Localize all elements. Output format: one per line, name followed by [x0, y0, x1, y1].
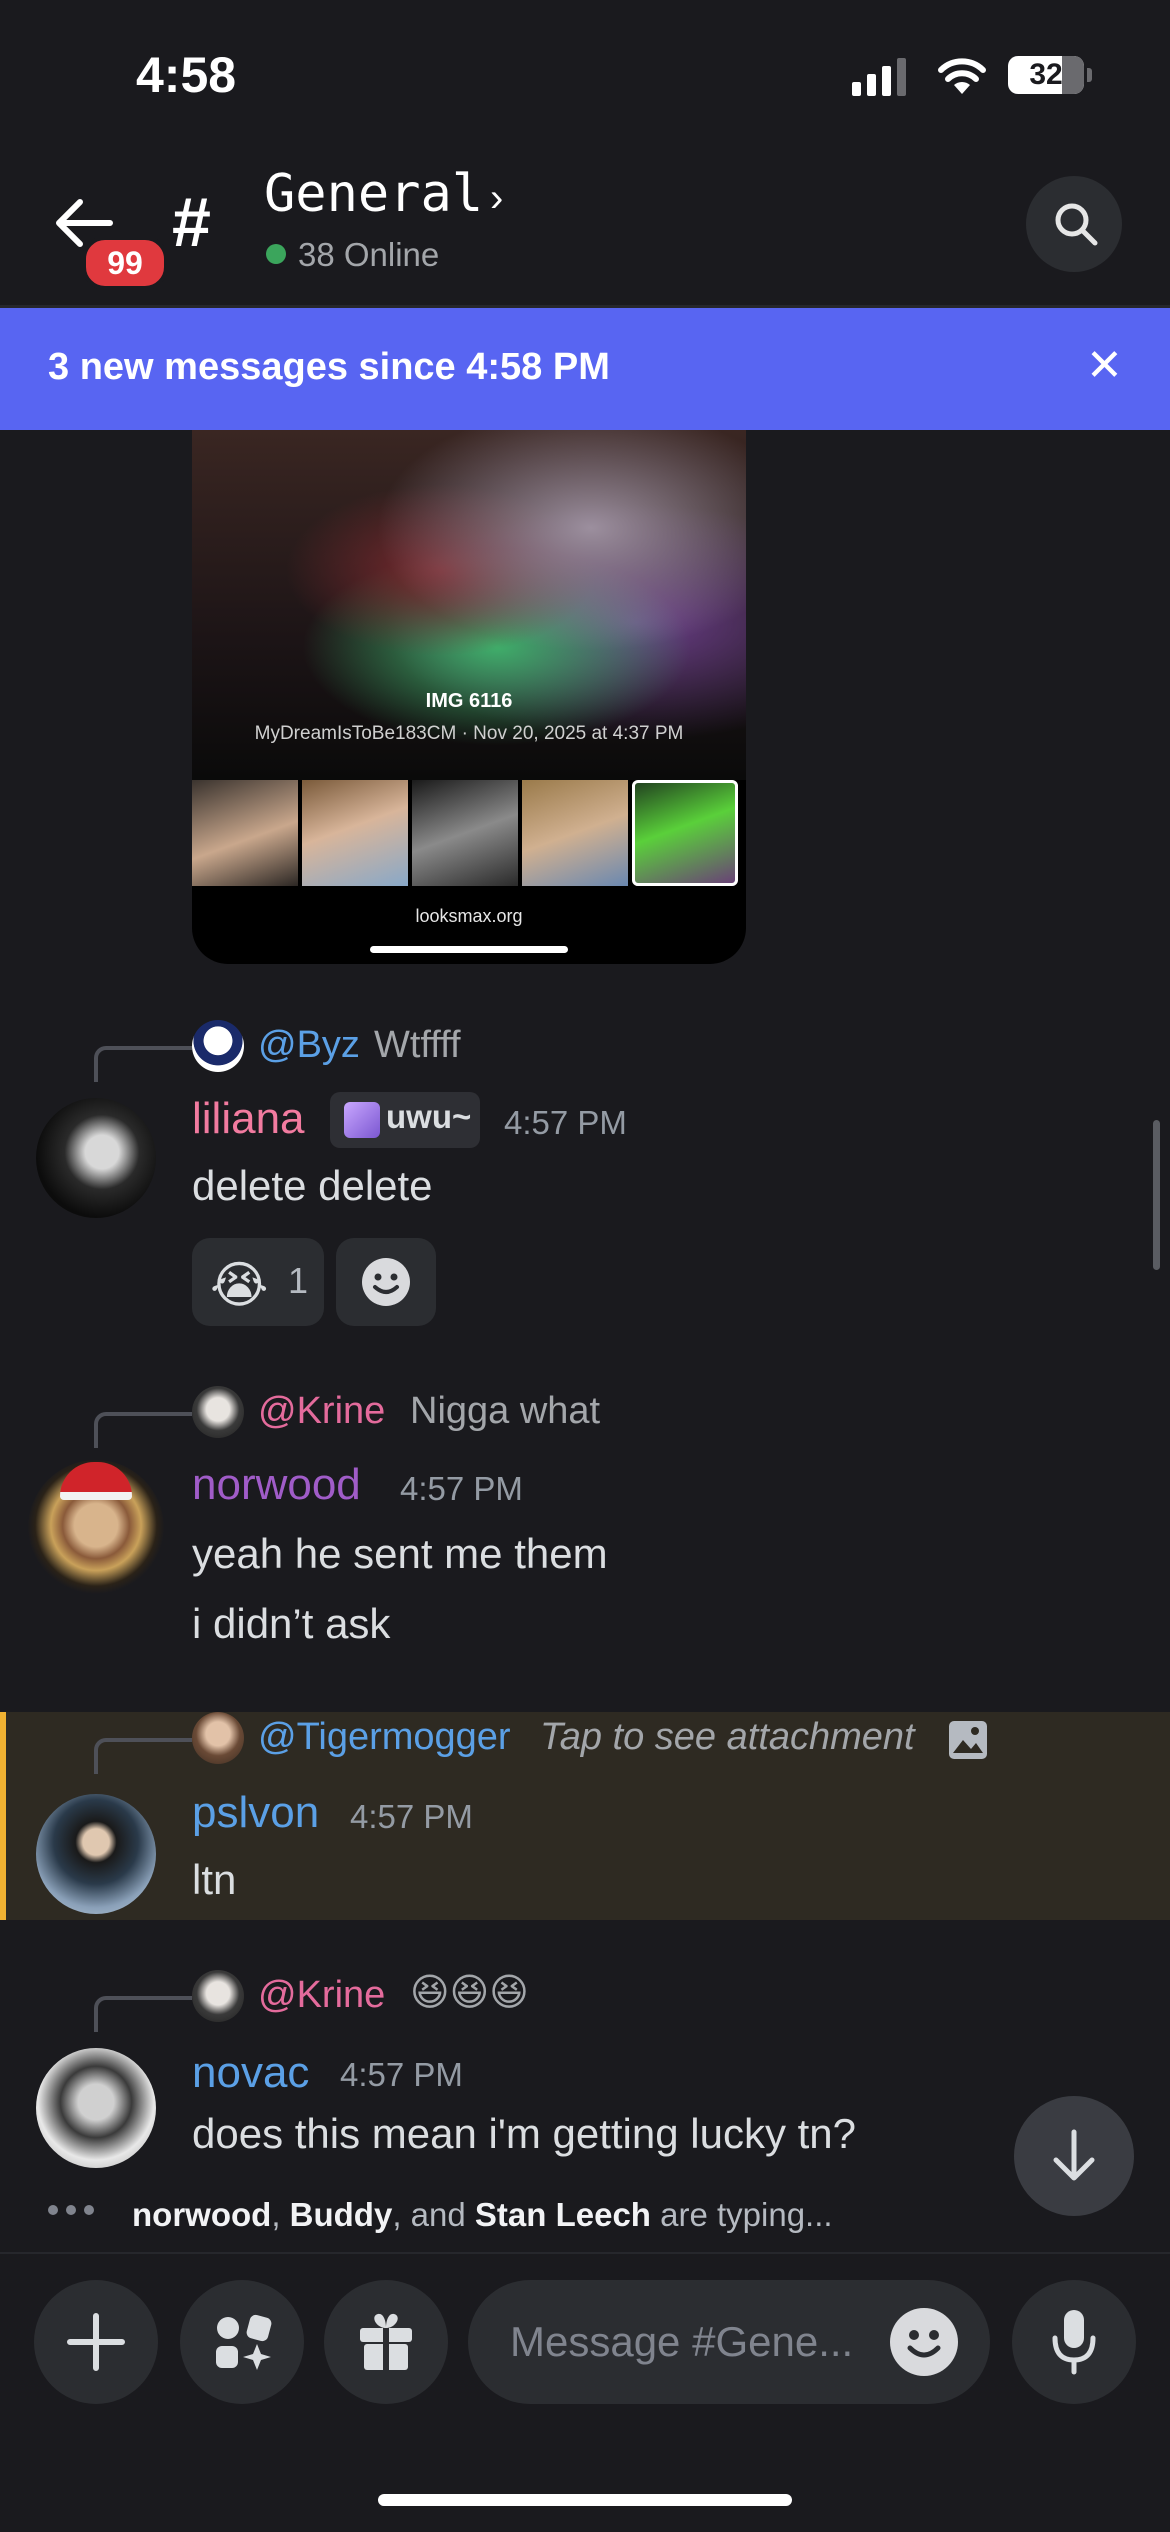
- embed-home-bar: [370, 946, 568, 953]
- cellular-signal-icon: [852, 58, 906, 96]
- online-status-dot: [266, 244, 286, 264]
- jump-to-bottom-button[interactable]: [1014, 2096, 1134, 2216]
- message-text: i didn’t ask: [192, 1600, 391, 1647]
- reply-mention[interactable]: @Krine: [258, 1974, 385, 2017]
- timestamp: 4:57 PM: [400, 1470, 523, 1507]
- unread-count-badge: 99: [82, 236, 168, 290]
- gift-icon: [360, 2313, 412, 2370]
- timestamp: 4:57 PM: [340, 2056, 463, 2093]
- thumbnail: [412, 780, 518, 886]
- reply-preview[interactable]: 😆😆😆: [410, 1970, 529, 2015]
- gift-button[interactable]: [324, 2280, 448, 2404]
- typing-user: Buddy: [289, 2196, 393, 2233]
- author-name[interactable]: norwood: [192, 1460, 361, 1510]
- reply-preview[interactable]: Tap to see attachment: [540, 1716, 915, 1759]
- avatar[interactable]: [36, 1794, 156, 1914]
- timestamp: 4:57 PM: [350, 1798, 473, 1835]
- thumbnail-selected: [632, 780, 738, 886]
- guild-tag-text: uwu~: [386, 1098, 472, 1135]
- reply-mention[interactable]: @Tigermogger: [258, 1716, 511, 1759]
- microphone-icon: [1052, 2310, 1096, 2375]
- reply-preview[interactable]: Nigga what: [410, 1390, 600, 1433]
- reply-avatar: [192, 1970, 244, 2022]
- apps-icon: [216, 2314, 272, 2370]
- reply-connector: [94, 1738, 192, 1774]
- typing-indicator: norwood, Buddy, and Stan Leech are typin…: [132, 2196, 833, 2234]
- thumbnail: [302, 780, 408, 886]
- scrollbar-thumb[interactable]: [1153, 1120, 1160, 1270]
- battery-level: 32: [1029, 58, 1063, 91]
- new-messages-text: 3 new messages since 4:58 PM: [48, 346, 610, 388]
- home-indicator: [378, 2494, 792, 2506]
- message-text: delete delete: [192, 1162, 433, 1209]
- typing-separator: , and: [392, 2196, 475, 2233]
- thumbnail-strip: [192, 780, 746, 888]
- search-button[interactable]: [1026, 176, 1122, 272]
- arrow-down-icon: [1053, 2129, 1095, 2181]
- reaction-count: 1: [288, 1260, 309, 1301]
- channel-hash-icon: #: [172, 183, 211, 261]
- add-reaction-button[interactable]: [336, 1238, 436, 1326]
- reply-mention[interactable]: @Krine: [258, 1390, 385, 1433]
- search-icon: [1055, 203, 1098, 246]
- message-input-placeholder[interactable]: Message #Gene...: [510, 2318, 853, 2366]
- embed-title: IMG 6116: [425, 690, 513, 712]
- author-name[interactable]: pslvon: [192, 1788, 319, 1838]
- typing-separator: ,: [271, 2196, 290, 2233]
- smiley-face: [907, 2330, 941, 2358]
- emoji-picker-icon[interactable]: [890, 2308, 958, 2376]
- reply-preview[interactable]: Wtffff: [374, 1024, 461, 1067]
- battery-icon: 32: [1008, 56, 1084, 94]
- leaf-icon: [344, 1102, 380, 1138]
- message-text: yeah he sent me them: [192, 1530, 608, 1577]
- message-text: ltn: [192, 1856, 237, 1903]
- chevron-right-icon[interactable]: ›: [490, 176, 503, 221]
- reply-connector: [94, 1412, 192, 1448]
- reply-connector: [94, 1996, 192, 2032]
- embed-meta: MyDreamIsToBe183CM · Nov 20, 2025 at 4:3…: [254, 723, 684, 744]
- channel-title[interactable]: General: [264, 164, 483, 224]
- reply-avatar: [192, 1386, 244, 1438]
- wifi-icon: [938, 58, 986, 94]
- add-attachment-button[interactable]: [34, 2280, 158, 2404]
- battery-tip: [1087, 68, 1092, 82]
- timestamp: 4:57 PM: [504, 1104, 627, 1141]
- reply-mention[interactable]: @Byz: [258, 1024, 360, 1067]
- avatar[interactable]: [36, 2048, 156, 2168]
- apps-button[interactable]: [180, 2280, 304, 2404]
- thumbnail: [192, 780, 298, 886]
- typing-user: norwood: [132, 2196, 272, 2233]
- mention-highlight-bar: [0, 1712, 6, 1920]
- message-text: does this mean i'm getting lucky tn?: [192, 2110, 857, 2157]
- reply-avatar: [192, 1712, 244, 1764]
- smiley-icon: [362, 1258, 410, 1306]
- composer-divider: [0, 2252, 1170, 2254]
- plus-icon: [67, 2313, 125, 2371]
- author-name[interactable]: novac: [192, 2048, 309, 2098]
- voice-message-button[interactable]: [1012, 2280, 1136, 2404]
- reply-connector: [94, 1046, 192, 1082]
- image-attachment-icon: [949, 1721, 987, 1759]
- typing-suffix: are typing...: [650, 2196, 833, 2233]
- reply-avatar: [192, 1020, 244, 1072]
- author-name[interactable]: liliana: [192, 1094, 305, 1144]
- avatar[interactable]: [36, 1098, 156, 1218]
- image-embed[interactable]: IMG 6116 MyDreamIsToBe183CM · Nov 20, 20…: [192, 430, 746, 964]
- online-count: 38 Online: [298, 236, 440, 273]
- close-icon[interactable]: ✕: [1086, 340, 1123, 391]
- status-time: 4:58: [136, 47, 237, 103]
- reaction-emoji: 😭: [210, 1257, 269, 1313]
- typing-dots-icon: [48, 2205, 94, 2215]
- thumbnail: [522, 780, 628, 886]
- typing-user: Stan Leech: [474, 2196, 651, 2233]
- embed-domain: looksmax.org: [415, 906, 523, 926]
